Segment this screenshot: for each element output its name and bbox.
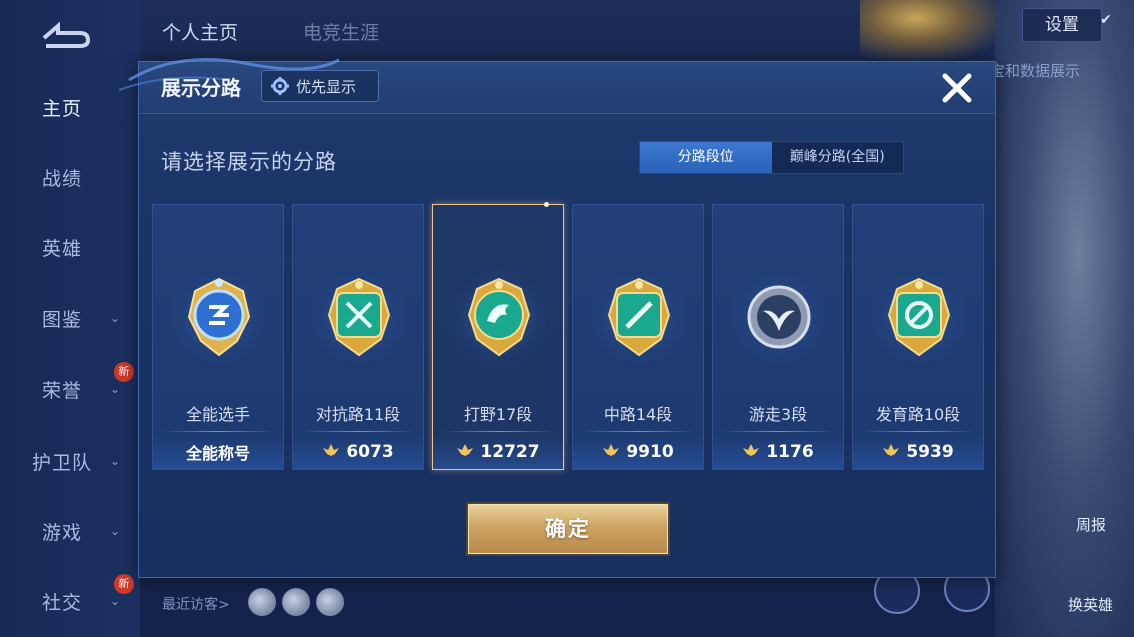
divider — [863, 431, 975, 432]
gear-icon — [271, 77, 289, 95]
score-wing-icon — [882, 442, 900, 462]
tab-peak-lane-national[interactable]: 巅峰分路(全国) — [772, 142, 904, 173]
check-icon: ✔ — [1100, 12, 1112, 28]
lane-card-name: 对抗路11段 — [315, 405, 401, 424]
tab-lane-rank[interactable]: 分路段位 — [640, 142, 772, 173]
lane-card[interactable]: 发育路10段 5939 — [852, 204, 984, 470]
dialog-title: 展示分路 — [161, 76, 241, 100]
avatar[interactable] — [316, 588, 344, 616]
badge — [169, 267, 269, 367]
select-lane-prompt: 请选择展示的分路 — [161, 150, 337, 174]
lane-card-name: 游走3段 — [748, 405, 808, 424]
divider — [723, 431, 835, 432]
badge — [729, 267, 829, 367]
lane-mode-tabs: 分路段位 巅峰分路(全国) — [639, 141, 904, 174]
all-round-badge-icon — [179, 275, 259, 361]
divider — [303, 431, 415, 432]
lane-card-name: 中路14段 — [603, 405, 673, 424]
divider — [583, 431, 695, 432]
lane-card[interactable]: 中路14段 9910 — [572, 204, 704, 470]
divider — [443, 431, 555, 432]
badge — [449, 267, 549, 367]
badge — [309, 267, 409, 367]
close-icon[interactable] — [937, 68, 977, 108]
divider — [163, 431, 275, 432]
lane-card-footer: 6073 — [293, 435, 423, 469]
score-wing-icon — [742, 442, 760, 462]
priority-display-button[interactable]: 优先显示 — [261, 70, 379, 102]
confirm-button[interactable]: 确定 — [468, 504, 668, 554]
sidebar-item-0[interactable]: 主页 — [42, 94, 142, 121]
new-badge: 新 — [114, 362, 134, 382]
selection-dot — [544, 202, 549, 207]
sidebar-item-1[interactable]: 战绩 — [42, 164, 142, 191]
lane-card[interactable]: 游走3段 1176 — [712, 204, 844, 470]
lane-score: 1176 — [766, 442, 814, 462]
hero-portrait — [995, 0, 1134, 637]
lane-card-list: 全能选手 全能称号 对抗路11段 6073 打野17段 12727 中路14段 … — [152, 202, 984, 472]
farm-lane-badge-icon — [879, 275, 959, 361]
mid-lane-badge-icon — [599, 275, 679, 361]
back-arrow-icon[interactable] — [36, 16, 96, 52]
lane-card[interactable]: 打野17段 12727 — [432, 202, 564, 470]
chevron-down-icon[interactable]: ⌄ — [110, 594, 120, 608]
settings-button[interactable]: 设置 — [1022, 8, 1102, 42]
new-badge: 新 — [114, 574, 134, 594]
lane-display-dialog: 展示分路 优先显示 请选择展示的分路 分路段位 巅峰分路(全国) 全能选手 全能… — [118, 58, 996, 578]
lane-score: 5939 — [906, 442, 954, 462]
lane-card-name: 全能选手 — [185, 405, 250, 424]
badge — [869, 267, 969, 367]
weekly-report-label[interactable]: 周报 — [1076, 514, 1106, 535]
lane-card-footer: 12727 — [433, 435, 563, 469]
lane-card[interactable]: 对抗路11段 6073 — [292, 204, 424, 470]
score-wing-icon — [602, 442, 620, 462]
score-wing-icon — [322, 442, 340, 462]
roam-badge-icon — [739, 275, 819, 361]
lane-card-name: 打野17段 — [463, 405, 533, 424]
change-hero-label[interactable]: 换英雄 — [1068, 594, 1113, 615]
tab-esports-career[interactable]: 电竞生涯 — [303, 18, 379, 45]
vip-portrait — [860, 0, 1000, 60]
sidebar-item-3[interactable]: 图鉴 — [42, 305, 142, 332]
lane-card-footer: 全能称号 — [153, 435, 283, 469]
badge — [589, 267, 689, 367]
avatar[interactable] — [282, 588, 310, 616]
priority-display-label: 优先显示 — [296, 77, 357, 96]
clash-lane-badge-icon — [319, 275, 399, 361]
lane-score: 9910 — [626, 442, 674, 462]
data-display-text: 宝和数据展示 — [990, 62, 1081, 80]
lane-score: 12727 — [480, 442, 540, 462]
chevron-down-icon[interactable]: ⌄ — [110, 524, 120, 538]
avatar[interactable] — [248, 588, 276, 616]
lane-score: 6073 — [346, 442, 394, 462]
lane-card[interactable]: 全能选手 全能称号 — [152, 204, 284, 470]
jungle-badge-icon — [459, 275, 539, 361]
sidebar-item-6[interactable]: 游戏 — [42, 518, 142, 545]
lane-card-footer: 5939 — [853, 435, 983, 469]
tab-personal-home[interactable]: 个人主页 — [162, 18, 238, 45]
recent-visitors-link[interactable]: 最近访客> — [162, 594, 230, 614]
sidebar-item-2[interactable]: 英雄 — [42, 234, 142, 261]
chevron-down-icon[interactable]: ⌄ — [110, 454, 120, 468]
lane-card-footer: 9910 — [573, 435, 703, 469]
lane-card-name: 发育路10段 — [875, 405, 961, 424]
lane-card-footer: 1176 — [713, 435, 843, 469]
score-wing-icon — [456, 442, 474, 462]
chevron-down-icon[interactable]: ⌄ — [110, 311, 120, 325]
lane-title-value: 全能称号 — [185, 444, 250, 463]
chevron-down-icon[interactable]: ⌄ — [110, 382, 120, 396]
